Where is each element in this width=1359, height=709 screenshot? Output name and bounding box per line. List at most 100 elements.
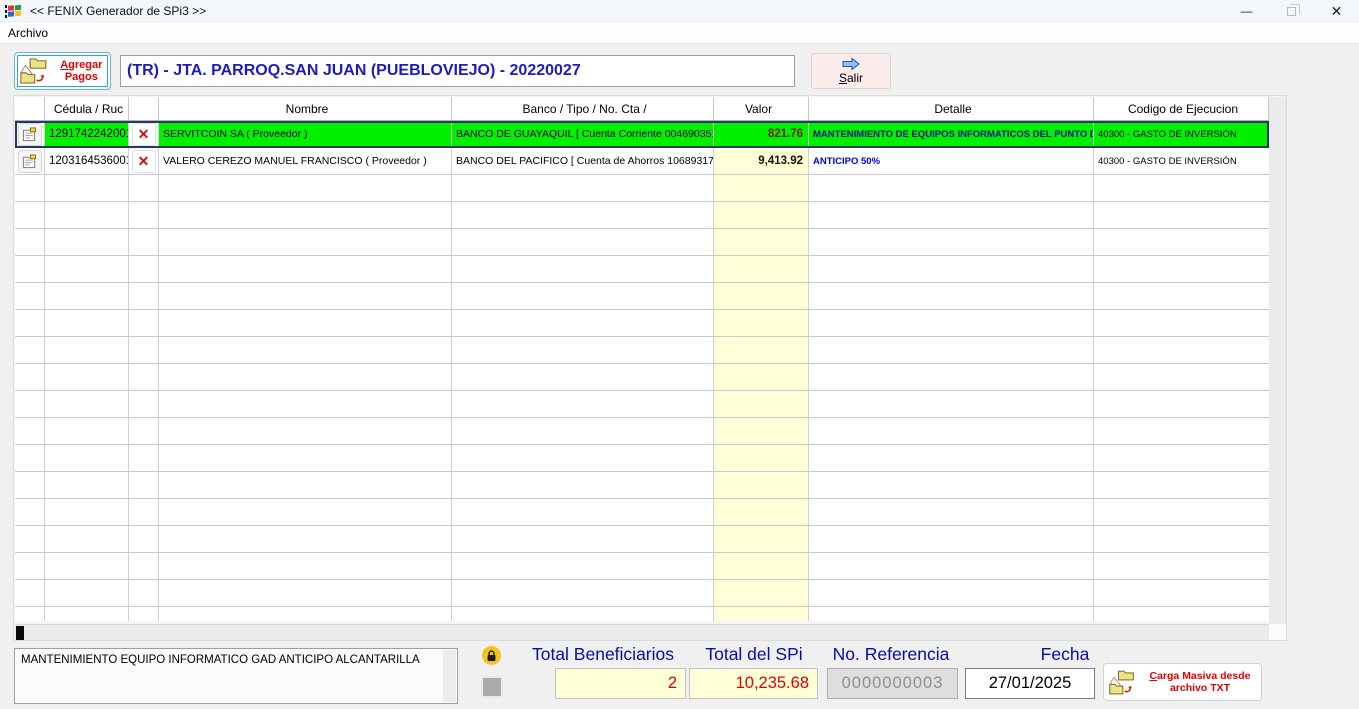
table-row (15, 256, 1269, 283)
edit-cell (15, 418, 45, 445)
observacion-scrollbar[interactable] (443, 650, 456, 702)
banco-cell (452, 310, 714, 337)
cedula-cell (45, 364, 129, 391)
folders-icon (1109, 670, 1134, 694)
codigo-cell: 40300 - GASTO DE INVERSIÓN (1094, 121, 1269, 148)
window-title: << FENIX Generador de SPi3 >> (30, 3, 207, 18)
payments-grid: Cédula / Ruc Nombre Banco / Tipo / No. C… (15, 97, 1269, 621)
codigo-cell (1094, 310, 1269, 337)
detalle-cell (809, 229, 1094, 256)
delete-cell (129, 526, 159, 553)
delete-cell (129, 607, 159, 621)
header-banco: Banco / Tipo / No. Cta / (452, 97, 714, 120)
nombre-cell (159, 499, 452, 526)
edit-cell (15, 580, 45, 607)
edit-row-button[interactable] (17, 149, 42, 173)
cedula-cell (45, 256, 129, 283)
edit-cell (15, 256, 45, 283)
valor-cell (714, 607, 809, 621)
detalle-cell (809, 175, 1094, 202)
valor-cell (714, 391, 809, 418)
delete-cell (129, 175, 159, 202)
codigo-cell (1094, 607, 1269, 621)
edit-row-button[interactable] (17, 122, 42, 146)
total-spi-label: Total del SPi (705, 644, 803, 664)
valor-cell (714, 229, 809, 256)
table-row[interactable]: 1203164536001 ✕ VALERO CEREZO MANUEL FRANC… (15, 148, 1269, 175)
close-button[interactable]: ✕ (1314, 0, 1359, 22)
horizontal-scrollbar-thumb[interactable] (16, 626, 24, 640)
valor-cell: 9,413.92 (714, 148, 809, 175)
edit-cell (15, 202, 45, 229)
codigo-cell (1094, 499, 1269, 526)
banco-cell (452, 472, 714, 499)
valor-cell (714, 553, 809, 580)
cedula-cell (45, 526, 129, 553)
app-logo-icon (5, 4, 21, 18)
delete-cell (129, 202, 159, 229)
cedula-cell (45, 283, 129, 310)
cedula-cell (45, 553, 129, 580)
table-row (15, 310, 1269, 337)
codigo-cell (1094, 418, 1269, 445)
edit-cell (15, 526, 45, 553)
document-title-input[interactable] (120, 55, 795, 87)
vertical-scrollbar[interactable] (1269, 97, 1286, 624)
valor-cell (714, 283, 809, 310)
edit-cell (15, 499, 45, 526)
valor-cell (714, 202, 809, 229)
valor-cell (714, 526, 809, 553)
edit-cell (15, 391, 45, 418)
observacion-textarea[interactable]: MANTENIMIENTO EQUIPO INFORMATICO GAD ANT… (14, 648, 458, 704)
codigo-cell (1094, 175, 1269, 202)
banco-cell: BANCO DE GUAYAQUIL [ Cuenta Corriente 00… (452, 121, 714, 148)
table-row (15, 499, 1269, 526)
toggle-square-button[interactable] (481, 676, 503, 698)
cedula-cell (45, 607, 129, 621)
menu-bar: Archivo (0, 22, 1359, 44)
nombre-cell (159, 526, 452, 553)
detalle-cell (809, 364, 1094, 391)
salir-label: Salir (838, 71, 864, 85)
grid-header: Cédula / Ruc Nombre Banco / Tipo / No. C… (15, 97, 1269, 121)
total-beneficiarios-label: Total Beneficiarios (531, 644, 675, 664)
nombre-cell (159, 607, 452, 621)
edit-cell (15, 607, 45, 621)
detalle-cell (809, 337, 1094, 364)
minimize-button[interactable]: — (1224, 0, 1269, 22)
delete-cell: ✕ (129, 121, 159, 148)
detalle-cell (809, 310, 1094, 337)
cedula-cell (45, 391, 129, 418)
nombre-cell (159, 229, 452, 256)
table-row[interactable]: 1291742242001 ✕ SERVITCOIN SA ( Proveedor … (15, 121, 1269, 148)
detalle-cell (809, 499, 1094, 526)
codigo-cell (1094, 337, 1269, 364)
valor-cell (714, 445, 809, 472)
carga-masiva-label: Carga Masiva desde archivo TXT (1149, 670, 1251, 694)
banco-cell (452, 607, 714, 621)
delete-row-button[interactable]: ✕ (131, 149, 156, 173)
agregar-pagos-button[interactable]: Agregar Pagos (14, 52, 111, 90)
menu-archivo[interactable]: Archivo (0, 24, 56, 42)
valor-cell (714, 472, 809, 499)
detalle-cell (809, 472, 1094, 499)
valor-cell (714, 310, 809, 337)
cedula-cell: 1291742242001 (45, 121, 129, 148)
nombre-cell (159, 580, 452, 607)
restore-icon (1287, 3, 1300, 16)
horizontal-scrollbar[interactable] (15, 624, 1269, 640)
header-valor: Valor (714, 97, 809, 120)
carga-masiva-button[interactable]: Carga Masiva desde archivo TXT (1103, 663, 1262, 701)
banco-cell (452, 580, 714, 607)
delete-cell (129, 472, 159, 499)
salir-button[interactable]: Salir (811, 53, 891, 89)
edit-cell (15, 229, 45, 256)
edit-cell (15, 472, 45, 499)
detalle-cell (809, 445, 1094, 472)
maximize-button[interactable] (1269, 0, 1314, 22)
nombre-cell (159, 472, 452, 499)
delete-row-button[interactable]: ✕ (131, 122, 156, 146)
table-row (15, 364, 1269, 391)
fecha-field[interactable] (965, 668, 1095, 699)
table-row (15, 391, 1269, 418)
